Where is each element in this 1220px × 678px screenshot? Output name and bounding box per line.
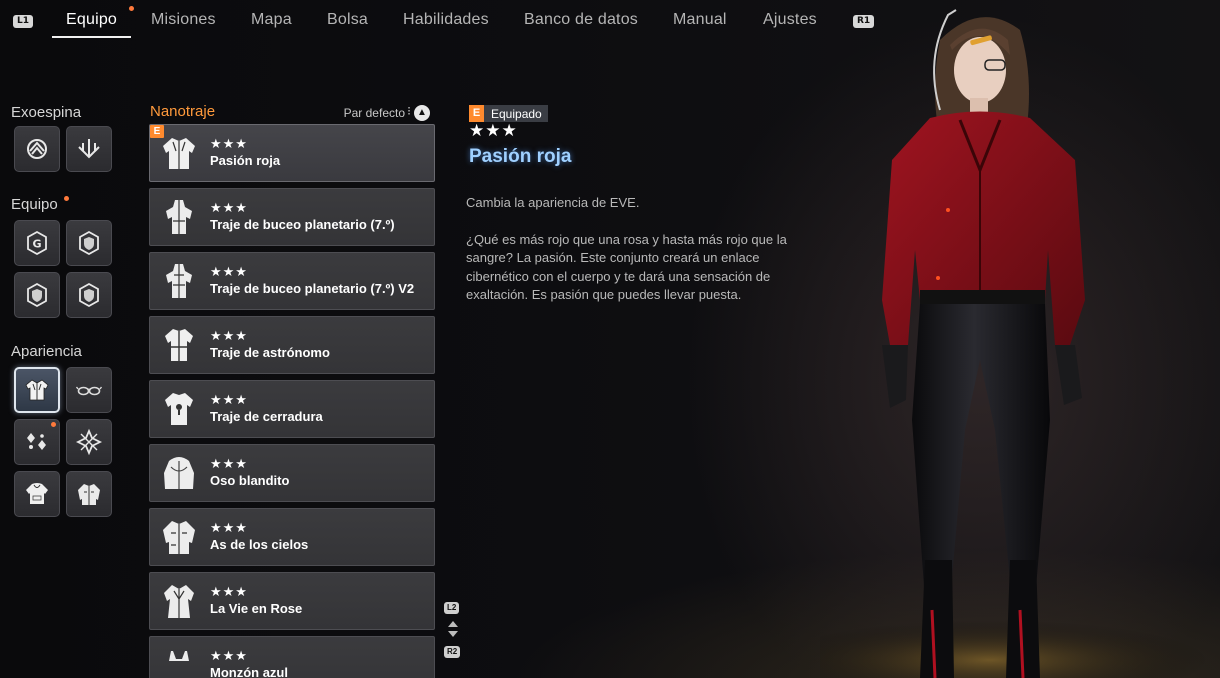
item-stars: ★★★ (210, 136, 248, 151)
list-item-traje-buceo-7[interactable]: ★★★ Traje de buceo planetario (7.º) (149, 188, 435, 246)
l2-button-hint[interactable]: L2 (444, 602, 460, 614)
list-item-la-vie-en-rose[interactable]: ★★★ La Vie en Rose (149, 572, 435, 630)
svg-text:G: G (32, 238, 41, 251)
detail-paragraph-1: Cambia la apariencia de EVE. (466, 195, 640, 210)
jacket-icon (78, 484, 100, 505)
list-item-pasion-roja[interactable]: E ★★★ Pasión roja (149, 124, 435, 182)
coat-thumbnail-icon (164, 585, 194, 618)
jacket-thumbnail-icon (163, 138, 195, 169)
list-item-traje-astronomo[interactable]: ★★★ Traje de astrónomo (149, 316, 435, 374)
earring-icon (27, 433, 46, 450)
glasses-icon (75, 386, 103, 396)
gear-shield-icon (79, 282, 99, 308)
item-name: La Vie en Rose (210, 601, 303, 616)
item-stars: ★★★ (210, 200, 248, 215)
dive-suit-thumbnail-icon (166, 200, 192, 234)
section-title-exoespina: Exoespina (11, 104, 82, 121)
appearance-slot-jacket[interactable] (66, 471, 112, 517)
item-name: Monzón azul (210, 665, 288, 678)
section-title-apariencia: Apariencia (11, 343, 82, 360)
list-item-monzon-azul[interactable]: ★★★ Monzón azul (149, 636, 435, 678)
gear-shield-icon (79, 230, 99, 256)
equipped-status-badge: E Equipado (469, 105, 548, 122)
dive-suit-thumbnail-icon (166, 264, 192, 298)
scroll-arrows-icon (448, 621, 458, 637)
item-name: Traje de buceo planetario (7.º) V2 (210, 281, 415, 296)
bear-suit-thumbnail-icon (164, 457, 194, 489)
tab-equipo-notification-dot (129, 6, 134, 11)
exospine-icon (27, 139, 47, 159)
detail-paragraph-2: ¿Qué es más rojo que una rosa y hasta má… (466, 231, 787, 303)
list-item-as-de-los-cielos[interactable]: ★★★ As de los cielos (149, 508, 435, 566)
sort-label[interactable]: Par defecto (344, 106, 405, 120)
appearance-slot-accessory[interactable] (66, 419, 112, 465)
tab-misiones[interactable]: Misiones (151, 10, 216, 38)
earrings-notification-dot (51, 422, 56, 427)
detail-stars: ★★★ (469, 121, 518, 140)
accessory-icon (75, 428, 103, 456)
gear-slot-3[interactable] (14, 272, 60, 318)
gear-g-icon: G (27, 230, 47, 256)
section-title-equipo: Equipo (11, 196, 58, 213)
item-stars: ★★★ (210, 584, 248, 599)
equipo-notification-dot (64, 196, 69, 201)
pilot-jacket-thumbnail-icon (163, 521, 195, 554)
tab-banco-de-datos[interactable]: Banco de datos (524, 10, 638, 38)
tab-bolsa[interactable]: Bolsa (327, 10, 368, 38)
item-name: Pasión roja (210, 153, 281, 168)
detail-title: Pasión roja (469, 146, 572, 167)
lock-suit-thumbnail-icon (165, 393, 193, 425)
item-stars: ★★★ (210, 328, 248, 343)
character-model (820, 9, 1210, 678)
exospine-claw-icon (78, 139, 100, 159)
appearance-slot-glasses[interactable] (66, 367, 112, 413)
item-stars: ★★★ (210, 648, 248, 663)
list-item-oso-blandito[interactable]: ★★★ Oso blandito (149, 444, 435, 502)
item-stars: ★★★ (210, 392, 248, 407)
item-stars: ★★★ (210, 456, 248, 471)
exospine-slot-1[interactable] (14, 126, 60, 172)
exospine-slot-2[interactable] (66, 126, 112, 172)
astronaut-suit-thumbnail-icon (165, 329, 193, 361)
hoodie-icon (26, 483, 48, 504)
item-name: As de los cielos (210, 537, 309, 552)
equipped-badge-letter: E (469, 105, 484, 122)
swimsuit-thumbnail-icon (169, 651, 189, 661)
detail-description: Cambia la apariencia de EVE. ¿Qué es más… (466, 194, 796, 323)
item-stars: ★★★ (210, 520, 248, 535)
appearance-slot-suit[interactable] (14, 367, 60, 413)
gear-slot-2[interactable] (66, 220, 112, 266)
l1-button-hint[interactable]: L1 (13, 15, 33, 28)
list-title: Nanotraje (150, 103, 216, 120)
item-stars: ★★★ (210, 264, 248, 279)
suit-icon (25, 379, 49, 401)
list-item-traje-cerradura[interactable]: ★★★ Traje de cerradura (149, 380, 435, 438)
appearance-slot-hoodie[interactable] (14, 471, 60, 517)
list-header: Nanotraje Par defecto ⁝ ▲ (150, 103, 435, 123)
gear-shield-icon (27, 282, 47, 308)
item-name: Traje de buceo planetario (7.º) (210, 217, 395, 232)
tab-manual[interactable]: Manual (673, 10, 727, 38)
list-item-traje-buceo-7-v2[interactable]: ★★★ Traje de buceo planetario (7.º) V2 (149, 252, 435, 310)
sort-arrow-icon: ⁝ (407, 104, 411, 118)
nanosuit-list: E ★★★ Pasión roja ★★★ Traje de buceo pla… (149, 124, 436, 678)
r2-button-hint[interactable]: R2 (444, 646, 461, 658)
tab-habilidades[interactable]: Habilidades (403, 10, 489, 38)
triangle-button-icon[interactable]: ▲ (414, 105, 430, 121)
tab-ajustes[interactable]: Ajustes (763, 10, 817, 38)
item-name: Traje de astrónomo (210, 345, 330, 360)
equipped-badge-text: Equipado (491, 106, 542, 121)
tab-mapa[interactable]: Mapa (251, 10, 292, 38)
tab-equipo[interactable]: Equipo (51, 10, 132, 38)
gear-slot-4[interactable] (66, 272, 112, 318)
item-name: Oso blandito (210, 473, 290, 488)
item-name: Traje de cerradura (210, 409, 323, 424)
gear-slot-1[interactable]: G (14, 220, 60, 266)
